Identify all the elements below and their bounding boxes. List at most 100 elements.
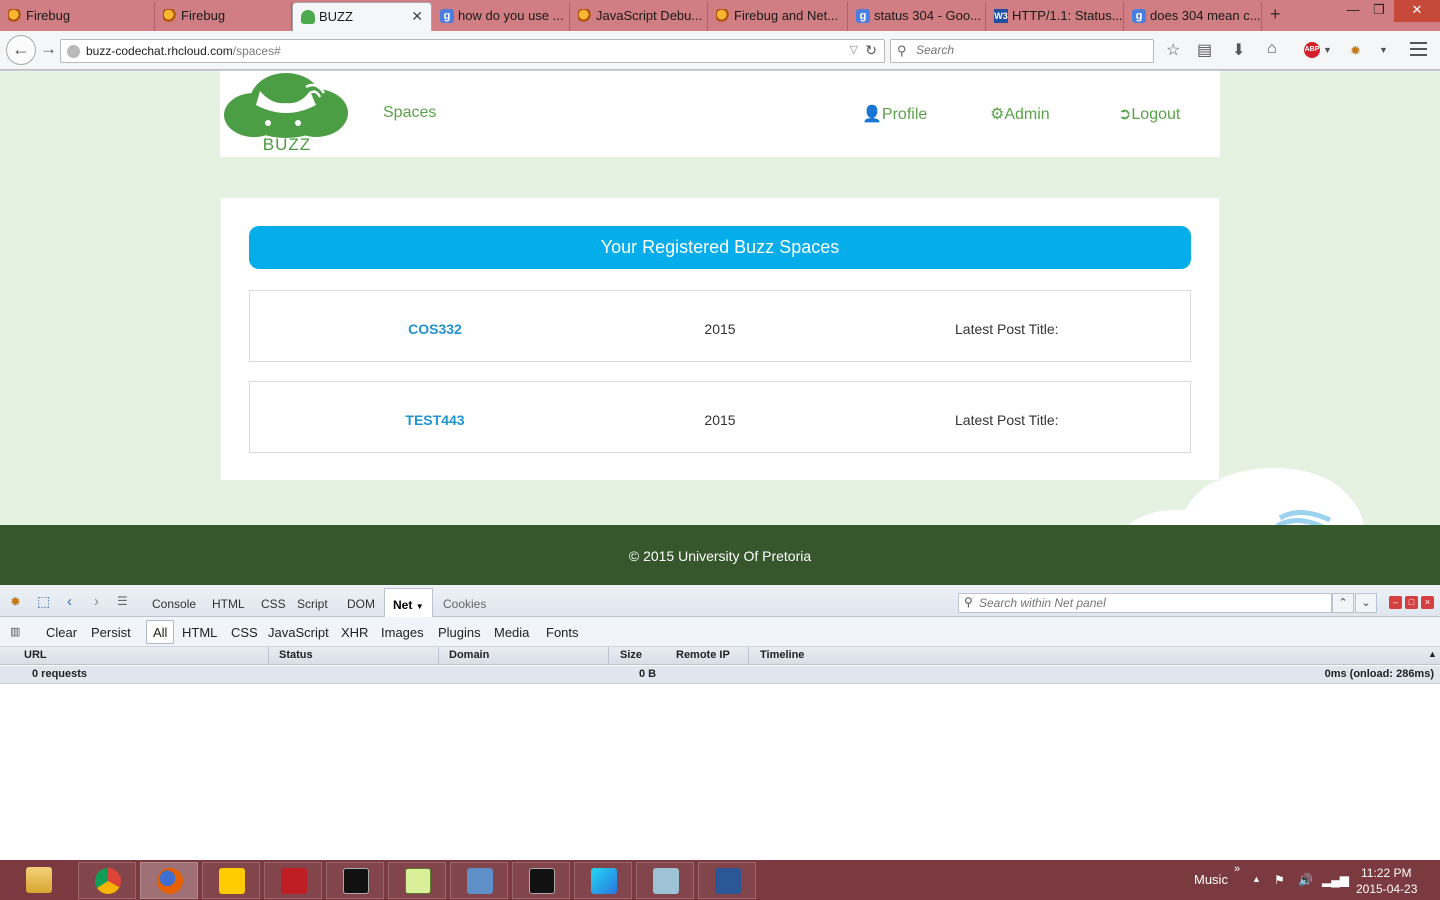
tab-dom[interactable]: DOM <box>347 597 375 611</box>
nav-spaces-link[interactable]: Spaces <box>383 104 436 122</box>
taskbar-virtualbox[interactable] <box>450 862 508 899</box>
forward-icon[interactable]: › <box>94 593 99 610</box>
back-icon[interactable]: ‹ <box>67 593 72 610</box>
nav-admin-link[interactable]: ⚙Admin <box>990 104 1050 124</box>
column-size[interactable]: Size <box>620 649 642 661</box>
new-tab-button[interactable]: + <box>1270 4 1281 25</box>
tab-script[interactable]: Script <box>297 597 328 611</box>
column-status[interactable]: Status <box>279 649 313 661</box>
space-code-link[interactable]: TEST443 <box>250 412 620 428</box>
bookmark-star-icon[interactable]: ☆ <box>1166 40 1180 60</box>
tray-overflow-icon[interactable]: ▲ <box>1252 874 1261 884</box>
filter-css-button[interactable]: CSS <box>231 625 258 640</box>
taskbar-explorer[interactable] <box>16 862 68 899</box>
column-divider[interactable] <box>608 647 609 665</box>
tab-console[interactable]: Console <box>152 597 196 611</box>
tab-html[interactable]: HTML <box>212 597 245 611</box>
browser-tab[interactable]: JavaScript Debu... <box>570 2 708 31</box>
nav-logout-link[interactable]: ➲Logout <box>1118 104 1180 124</box>
search-next-button[interactable]: ⌄ <box>1355 593 1377 613</box>
column-divider[interactable] <box>748 647 749 665</box>
adblock-icon[interactable]: ABP <box>1304 42 1320 58</box>
browser-tab[interactable]: Firebug <box>0 2 155 31</box>
site-identity-icon[interactable] <box>67 45 80 58</box>
command-line-icon[interactable]: ☰ <box>117 594 128 608</box>
taskbar-mtn[interactable] <box>202 862 260 899</box>
filter-plugins-button[interactable]: Plugins <box>438 625 481 640</box>
net-search-input[interactable] <box>979 596 1319 610</box>
taskbar-editor[interactable] <box>636 862 694 899</box>
firebug-minimize-button[interactable]: – <box>1389 596 1402 609</box>
filter-images-button[interactable]: Images <box>381 625 424 640</box>
taskbar-notepad[interactable] <box>388 862 446 899</box>
tab-css[interactable]: CSS <box>261 597 286 611</box>
reading-list-icon[interactable]: ▤ <box>1197 40 1212 60</box>
browser-tab[interactable]: g how do you use ... <box>432 2 570 31</box>
tab-cookies[interactable]: Cookies <box>443 597 486 611</box>
home-icon[interactable]: ⌂ <box>1267 40 1277 58</box>
restore-button[interactable]: ❐ <box>1364 0 1394 22</box>
browser-tab-active[interactable]: BUZZ ✕ <box>292 2 432 31</box>
firebug-detach-button[interactable]: □ <box>1405 596 1418 609</box>
filter-javascript-button[interactable]: JavaScript <box>268 625 329 640</box>
nav-profile-link[interactable]: 👤Profile <box>862 104 927 124</box>
taskbar-word[interactable] <box>698 862 756 899</box>
menu-icon[interactable] <box>1410 42 1427 60</box>
taskbar-webstorm[interactable] <box>574 862 632 899</box>
firebug-close-button[interactable]: × <box>1421 596 1434 609</box>
browser-tab[interactable]: g status 304 - Goo... <box>848 2 986 31</box>
taskbar-cmd-2[interactable] <box>512 862 570 899</box>
space-code-link[interactable]: COS332 <box>250 321 620 337</box>
column-remote-ip[interactable]: Remote IP <box>676 649 730 661</box>
column-url[interactable]: URL <box>24 649 47 661</box>
column-domain[interactable]: Domain <box>449 649 489 661</box>
browser-tab[interactable]: Firebug <box>155 2 292 31</box>
column-timeline[interactable]: Timeline <box>760 649 804 661</box>
reload-icon[interactable]: ↻ <box>865 42 877 59</box>
browser-tab[interactable]: Firebug and Net... <box>708 2 848 31</box>
forward-button[interactable]: → <box>40 39 57 59</box>
inspect-element-icon[interactable]: ⬚ <box>37 593 50 610</box>
back-button[interactable]: ← <box>6 35 36 65</box>
music-toolbar-label[interactable]: Music <box>1194 872 1228 887</box>
persist-button[interactable]: Persist <box>91 625 131 640</box>
toolbar-expand-icon[interactable]: » <box>1234 863 1240 875</box>
net-search-box[interactable]: ⚲ <box>958 593 1332 613</box>
browser-search-bar[interactable]: ⚲ <box>890 39 1154 63</box>
column-divider[interactable] <box>268 647 269 665</box>
filter-media-button[interactable]: Media <box>494 625 529 640</box>
browser-tab[interactable]: W3 HTTP/1.1: Status... <box>986 2 1124 31</box>
taskbar-firefox[interactable] <box>140 862 198 899</box>
action-center-flag-icon[interactable]: ⚑ <box>1274 873 1285 887</box>
filter-all-button[interactable]: All <box>146 620 175 644</box>
search-prev-button[interactable]: ⌃ <box>1332 593 1354 613</box>
taskbar-filezilla[interactable] <box>264 862 322 899</box>
close-window-button[interactable]: ✕ <box>1394 0 1440 22</box>
column-divider[interactable] <box>438 647 439 665</box>
firebug-dropdown-icon[interactable]: ▼ <box>1379 45 1388 55</box>
sort-arrow-icon[interactable]: ▲ <box>1428 649 1437 659</box>
browser-search-input[interactable] <box>916 43 1136 57</box>
filter-fonts-button[interactable]: Fonts <box>546 625 579 640</box>
history-dropdown-icon[interactable]: ▽ <box>850 43 858 56</box>
clock-time[interactable]: 11:22 PM <box>1361 866 1411 880</box>
filter-html-button[interactable]: HTML <box>182 625 217 640</box>
buzz-logo[interactable]: BUZZ <box>224 73 350 154</box>
adblock-dropdown-icon[interactable]: ▼ <box>1323 45 1332 55</box>
tab-net[interactable]: Net ▼ <box>384 588 433 617</box>
clear-button[interactable]: Clear <box>46 625 77 640</box>
taskbar-cmd-1[interactable] <box>326 862 384 899</box>
network-signal-icon[interactable]: ▂▄▆ <box>1322 873 1349 887</box>
taskbar-chrome[interactable] <box>78 862 136 899</box>
browser-tab[interactable]: g does 304 mean c... <box>1124 2 1262 31</box>
clock-date[interactable]: 2015-04-23 <box>1356 882 1417 896</box>
firebug-toolbar-icon[interactable]: ✹ <box>1350 43 1361 59</box>
buzz-logo-icon <box>224 73 348 138</box>
url-bar[interactable]: buzz-codechat.rhcloud.com/spaces# ▽ ↻ <box>60 39 885 63</box>
filter-xhr-button[interactable]: XHR <box>341 625 368 640</box>
close-tab-icon[interactable]: ✕ <box>411 3 423 30</box>
volume-icon[interactable]: 🔊 <box>1298 873 1313 887</box>
net-options-icon[interactable]: ▥ <box>10 625 20 638</box>
firebug-menu-icon[interactable]: ✹ <box>10 594 21 610</box>
downloads-icon[interactable]: ⬇ <box>1232 40 1245 60</box>
